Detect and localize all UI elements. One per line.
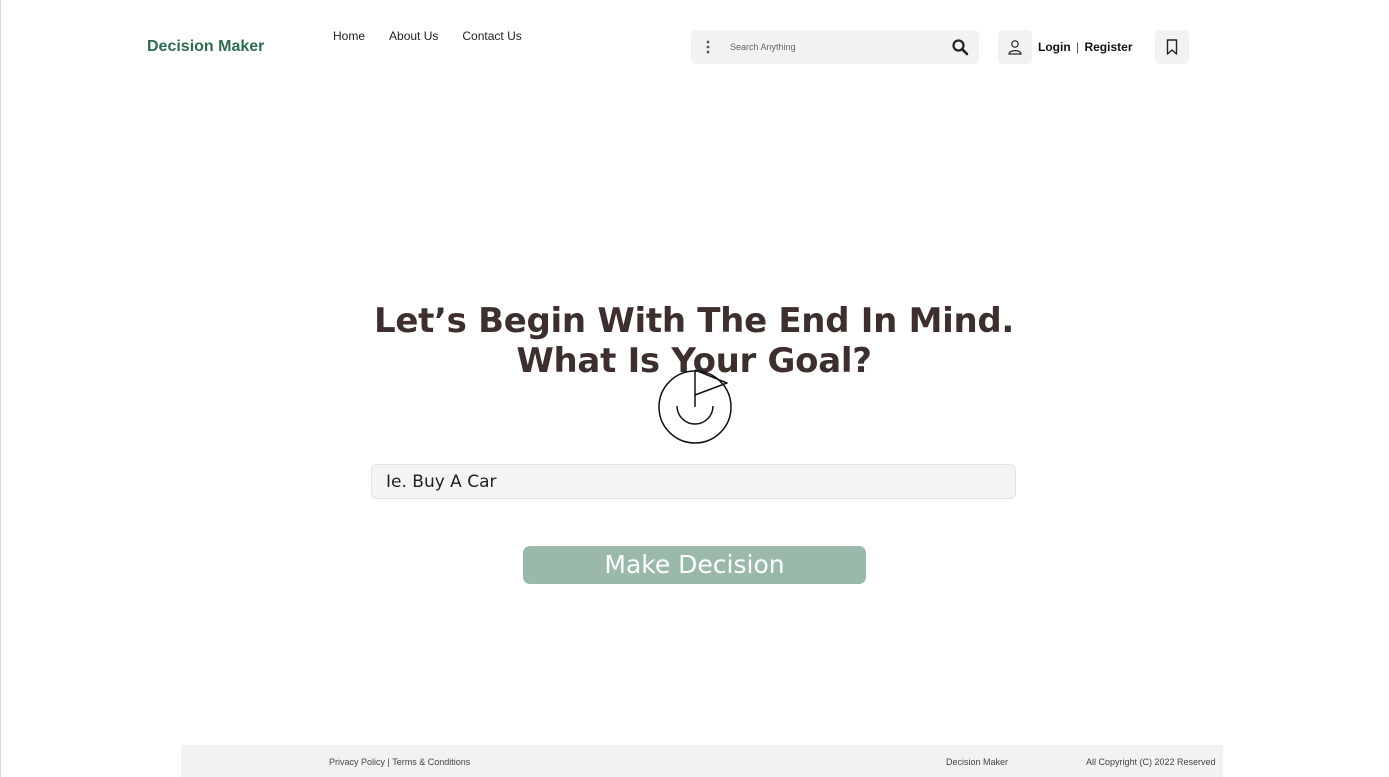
site-footer: Privacy Policy | Terms & Conditions Deci… [181, 745, 1223, 777]
goal-input[interactable] [386, 471, 986, 493]
footer-links: Privacy Policy | Terms & Conditions [329, 757, 470, 767]
user-icon [1008, 40, 1022, 55]
login-link[interactable]: Login [1038, 40, 1071, 54]
nav-item-contact-us[interactable]: Contact Us [462, 29, 521, 43]
user-account-button[interactable] [998, 30, 1032, 64]
privacy-policy-link[interactable]: Privacy Policy [329, 757, 385, 767]
auth-separator: | [1076, 40, 1080, 54]
bookmark-button[interactable] [1155, 30, 1189, 64]
make-decision-button[interactable]: Make Decision [523, 546, 866, 584]
page-edge-divider [0, 0, 1, 777]
goal-flag-icon [658, 369, 732, 444]
nav-item-home[interactable]: Home [333, 29, 365, 43]
terms-link[interactable]: Terms & Conditions [392, 757, 470, 767]
search-input[interactable] [730, 39, 930, 55]
register-link[interactable]: Register [1084, 40, 1132, 54]
goal-input-field [371, 464, 1016, 499]
site-logo[interactable]: Decision Maker [147, 38, 264, 56]
nav-item-about-us[interactable]: About Us [389, 29, 438, 43]
footer-copyright: All Copyright (C) 2022 Reserved [1086, 757, 1216, 767]
auth-links: Login | Register [1038, 40, 1133, 54]
footer-brand: Decision Maker [946, 757, 1009, 767]
main-nav: Home About Us Contact Us [333, 29, 546, 43]
bookmark-icon [1166, 39, 1178, 55]
kebab-menu-icon[interactable] [705, 39, 711, 55]
search-bar [691, 30, 979, 64]
search-icon[interactable] [951, 38, 969, 56]
